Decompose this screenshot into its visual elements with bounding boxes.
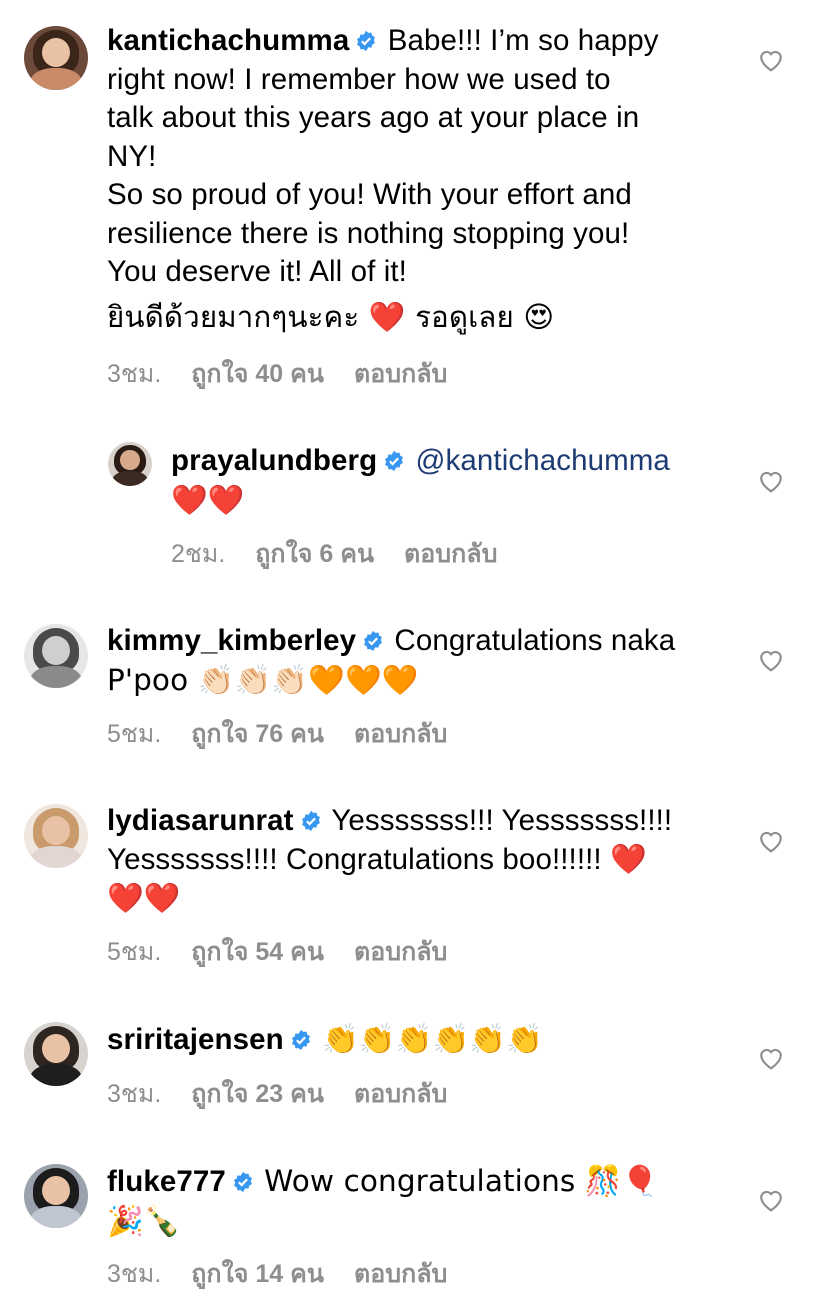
comment-line: 👏👏👏👏👏👏: [322, 1022, 544, 1056]
comment-text: lydiasarunrat Yesssssss!!! Yesssssss!!!!…: [107, 802, 672, 918]
heart-outline-icon[interactable]: [758, 469, 784, 493]
likes-count[interactable]: ถูกใจ 54 คน: [191, 938, 324, 966]
reply-button[interactable]: ตอบกลับ: [354, 1080, 447, 1108]
username[interactable]: lydiasarunrat: [107, 804, 294, 837]
comment-time: 2ชม.: [171, 540, 226, 568]
heart-outline-icon[interactable]: [758, 1046, 784, 1070]
comment-text: kimmy_kimberley Congratulations naka P'p…: [107, 622, 675, 699]
comment-line: Yesssssss!!! Yesssssss!!!!: [331, 804, 673, 837]
comment-meta: 3ชม. ถูกใจ 40 คน ตอบกลับ: [107, 354, 477, 394]
comment-text: fluke777 Wow congratulations 🎊🎈 🎉🍾: [107, 1162, 659, 1240]
likes-count[interactable]: ถูกใจ 76 คน: [191, 720, 324, 748]
username[interactable]: kantichachumma: [107, 24, 349, 57]
likes-count[interactable]: ถูกใจ 40 คน: [191, 360, 324, 388]
comment-meta: 3ชม. ถูกใจ 23 คน ตอบกลับ: [107, 1074, 477, 1114]
mention-link[interactable]: @kantichachumma: [416, 444, 670, 477]
verified-badge-icon: [233, 1171, 252, 1193]
avatar[interactable]: [24, 1022, 88, 1086]
verified-badge-icon: [301, 810, 320, 832]
avatar[interactable]: [24, 26, 88, 90]
heart-outline-icon[interactable]: [758, 829, 784, 853]
comment-meta: 2ชม. ถูกใจ 6 คน ตอบกลับ: [171, 534, 528, 574]
reply-button[interactable]: ตอบกลับ: [354, 720, 447, 748]
reply-button[interactable]: ตอบกลับ: [354, 938, 447, 966]
avatar[interactable]: [24, 624, 88, 688]
comment-meta: 5ชม. ถูกใจ 76 คน ตอบกลับ: [107, 714, 477, 754]
comment-line: P'poo 👏🏻👏🏻👏🏻🧡🧡🧡: [107, 662, 419, 697]
likes-count[interactable]: ถูกใจ 6 คน: [255, 540, 374, 568]
reply-button[interactable]: ตอบกลับ: [354, 1260, 447, 1288]
username[interactable]: kimmy_kimberley: [107, 624, 356, 657]
comment-text: prayalundberg @kantichachumma ❤️❤️: [171, 442, 670, 519]
comment-line: talk about this years ago at your place …: [107, 101, 640, 134]
comment-meta: 5ชม. ถูกใจ 54 คน ตอบกลับ: [107, 932, 477, 972]
comment-line: ยินดีด้วยมากๆนะคะ ❤️ รอดูเลย 😍: [107, 299, 555, 334]
username[interactable]: prayalundberg: [171, 444, 377, 477]
username[interactable]: fluke777: [107, 1165, 226, 1198]
comment-line: right now! I remember how we used to: [107, 62, 611, 96]
comment-line: ❤️❤️: [107, 881, 181, 915]
comment-time: 3ชม.: [107, 1260, 162, 1288]
likes-count[interactable]: ถูกใจ 23 คน: [191, 1080, 324, 1108]
comment-line: So so proud of you! With your effort and: [107, 178, 632, 211]
comment-line: Wow congratulations 🎊🎈: [264, 1164, 659, 1198]
comment-text: kantichachumma Babe!!! I’m so happy righ…: [107, 22, 659, 336]
verified-badge-icon: [364, 630, 383, 652]
reply-button[interactable]: ตอบกลับ: [404, 540, 497, 568]
heart-outline-icon[interactable]: [758, 648, 784, 672]
comment-text: sriritajensen 👏👏👏👏👏👏: [107, 1020, 543, 1060]
comment-line: Babe!!! I’m so happy: [387, 24, 659, 57]
username[interactable]: sriritajensen: [107, 1023, 284, 1056]
heart-outline-icon[interactable]: [758, 1188, 784, 1212]
avatar[interactable]: [24, 804, 88, 868]
heart-outline-icon[interactable]: [758, 48, 784, 72]
comment-time: 5ชม.: [107, 720, 162, 748]
comment-line: resilience there is nothing stopping you…: [107, 216, 630, 250]
avatar[interactable]: [108, 442, 152, 486]
comment-time: 3ชม.: [107, 1080, 162, 1108]
reply-button[interactable]: ตอบกลับ: [354, 360, 447, 388]
verified-badge-icon: [385, 450, 404, 472]
comment-line: Yesssssss!!!! Congratulations boo!!!!!! …: [107, 842, 647, 876]
comment-meta: 3ชม. ถูกใจ 14 คน ตอบกลับ: [107, 1254, 477, 1294]
comment-time: 5ชม.: [107, 938, 162, 966]
comment-line: Congratulations naka: [394, 624, 676, 657]
verified-badge-icon: [291, 1029, 310, 1051]
comment-time: 3ชม.: [107, 360, 162, 388]
comment-line: NY!: [107, 139, 157, 173]
comment-line: ❤️❤️: [171, 482, 245, 517]
comment-line: You deserve it! All of it!: [107, 255, 407, 288]
verified-badge-icon: [357, 30, 376, 52]
avatar[interactable]: [24, 1164, 88, 1228]
comment-line: 🎉🍾: [107, 1203, 181, 1238]
likes-count[interactable]: ถูกใจ 14 คน: [191, 1260, 324, 1288]
